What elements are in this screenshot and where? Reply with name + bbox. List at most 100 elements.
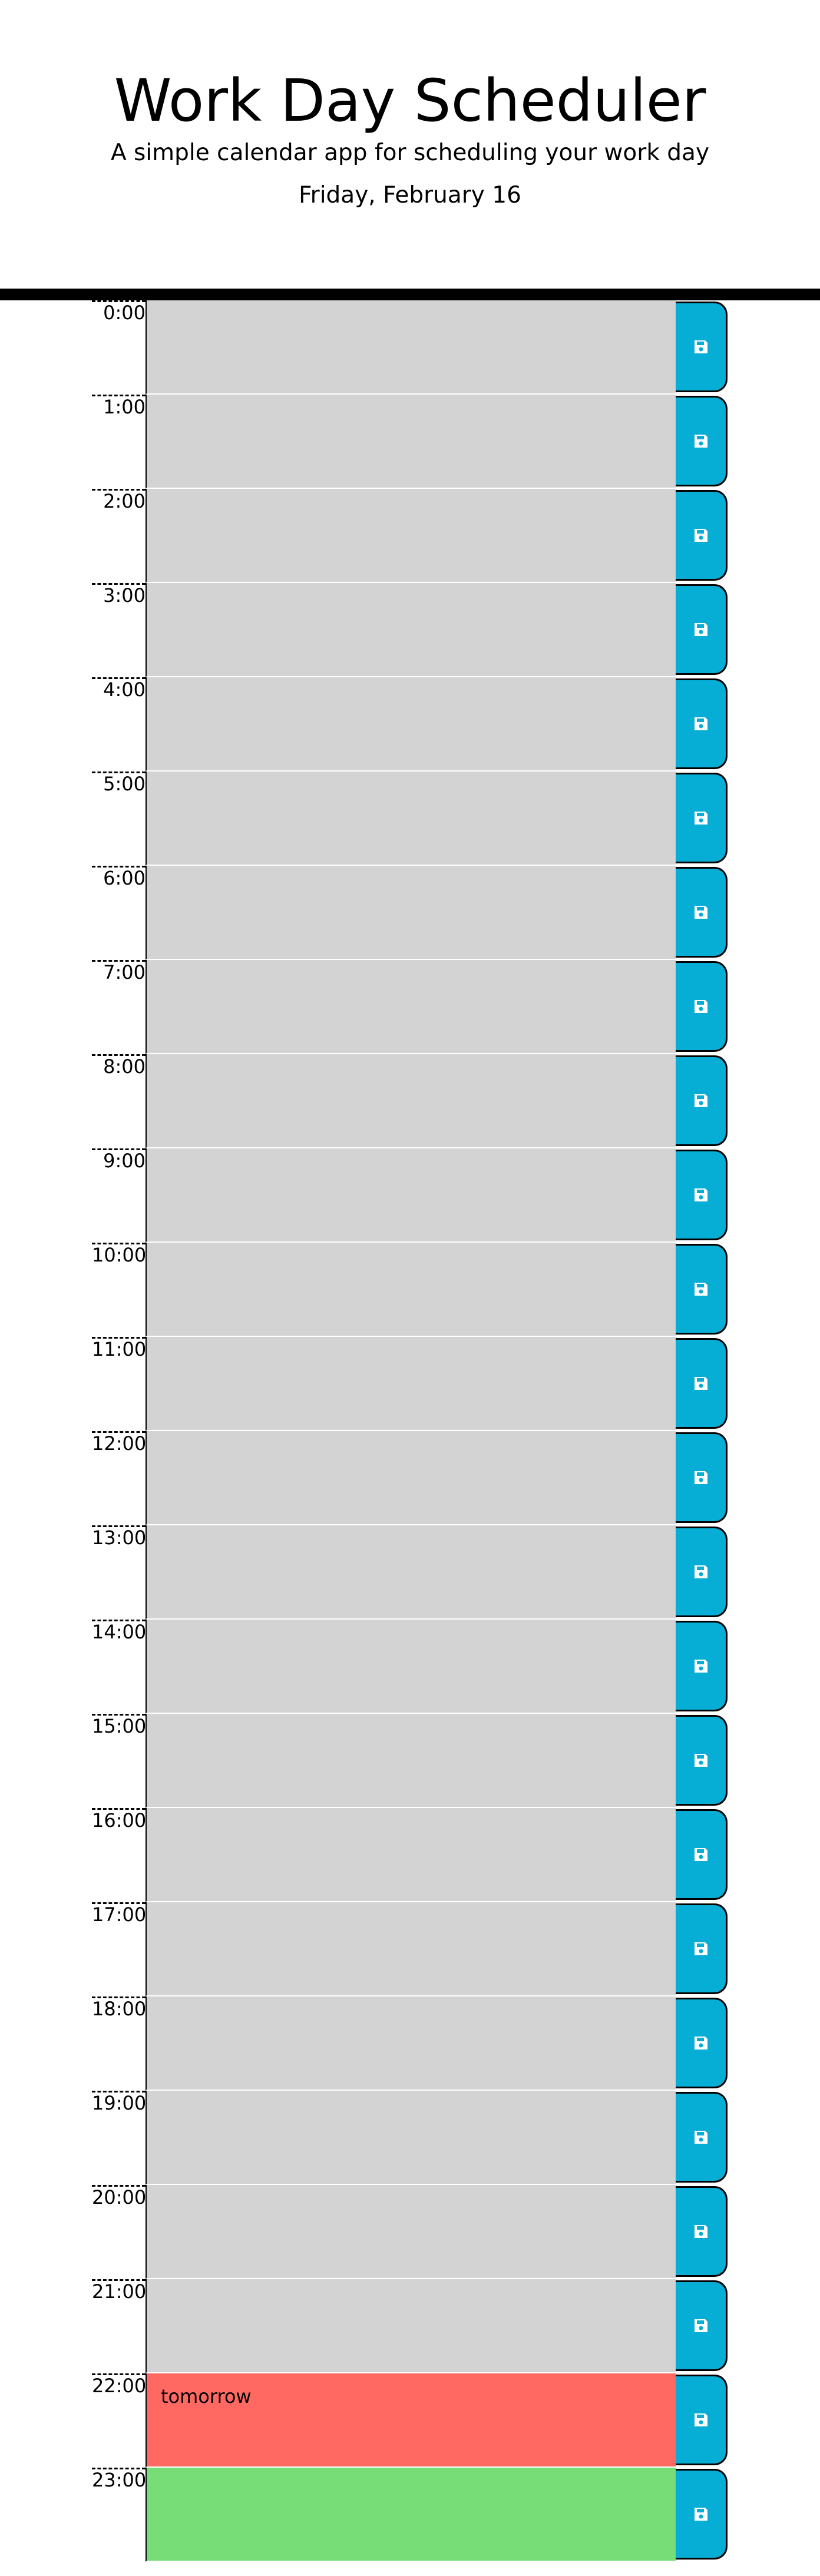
hour-label: 20:00 (92, 2185, 146, 2279)
save-button[interactable] (676, 1338, 728, 1429)
header: Work Day Scheduler A simple calendar app… (0, 0, 820, 300)
hour-label: 1:00 (92, 395, 146, 489)
hour-label: 13:00 (92, 1525, 146, 1620)
save-button[interactable] (676, 1621, 728, 1711)
time-block-row: 0:00 (0, 300, 820, 395)
event-description-input[interactable] (146, 583, 676, 677)
hour-label: 8:00 (92, 1054, 146, 1148)
event-description-input[interactable] (146, 1902, 676, 1996)
save-button[interactable] (676, 678, 728, 769)
save-button[interactable] (676, 584, 728, 675)
event-description-input[interactable] (146, 1808, 676, 1902)
event-description-input[interactable] (146, 866, 676, 960)
schedule-container: 0:00 1:00 2:00 3:00 4:00 5:00 6:00 7:00 8:00 9:00… (0, 300, 820, 2562)
save-button[interactable] (676, 867, 728, 958)
event-description-input[interactable] (146, 1054, 676, 1148)
save-button[interactable] (676, 1244, 728, 1335)
floppy-disk-icon (694, 1565, 707, 1578)
hour-label: 23:00 (92, 2468, 146, 2562)
save-button[interactable] (676, 2092, 728, 2183)
time-block-row: 15:00 (0, 1714, 820, 1808)
floppy-disk-icon (694, 906, 707, 919)
hour-label: 17:00 (92, 1902, 146, 1996)
floppy-disk-icon (694, 2508, 707, 2521)
event-description-input[interactable] (146, 2468, 676, 2562)
floppy-disk-icon (694, 1660, 707, 1673)
time-block-row: 5:00 (0, 772, 820, 866)
event-description-input[interactable] (146, 1431, 676, 1525)
event-description-input[interactable] (146, 2373, 676, 2468)
hour-label: 18:00 (92, 1996, 146, 2091)
save-button[interactable] (676, 2375, 728, 2465)
hour-label: 9:00 (92, 1148, 146, 1243)
floppy-disk-icon (694, 1000, 707, 1013)
floppy-disk-icon (694, 2319, 707, 2332)
floppy-disk-icon (694, 623, 707, 636)
time-block-row: 22:00 (0, 2373, 820, 2468)
save-button[interactable] (676, 1432, 728, 1523)
time-block-row: 3:00 (0, 583, 820, 677)
hour-label: 15:00 (92, 1714, 146, 1808)
save-button[interactable] (676, 773, 728, 863)
event-description-input[interactable] (146, 2091, 676, 2185)
time-block-row: 9:00 (0, 1148, 820, 1243)
hour-label: 19:00 (92, 2091, 146, 2185)
time-block-row: 10:00 (0, 1243, 820, 1337)
save-button[interactable] (676, 2186, 728, 2277)
event-description-input[interactable] (146, 1996, 676, 2091)
event-description-input[interactable] (146, 300, 676, 395)
page-title: Work Day Scheduler (114, 67, 706, 135)
save-button[interactable] (676, 1150, 728, 1240)
time-block-row: 18:00 (0, 1996, 820, 2091)
save-button[interactable] (676, 1055, 728, 1146)
event-description-input[interactable] (146, 772, 676, 866)
hour-label: 5:00 (92, 772, 146, 866)
save-button[interactable] (676, 1903, 728, 1994)
floppy-disk-icon (694, 2037, 707, 2049)
event-description-input[interactable] (146, 2279, 676, 2373)
floppy-disk-icon (694, 1942, 707, 1955)
event-description-input[interactable] (146, 1243, 676, 1337)
current-day: Friday, February 16 (299, 182, 521, 209)
event-description-input[interactable] (146, 489, 676, 583)
event-description-input[interactable] (146, 1714, 676, 1808)
save-button[interactable] (676, 1715, 728, 1806)
save-button[interactable] (676, 1809, 728, 1900)
save-button[interactable] (676, 490, 728, 581)
event-description-input[interactable] (146, 1148, 676, 1243)
page-subtitle: A simple calendar app for scheduling you… (110, 139, 710, 166)
time-block-row: 17:00 (0, 1902, 820, 1996)
save-button[interactable] (676, 2469, 728, 2560)
save-button[interactable] (676, 396, 728, 486)
save-button[interactable] (676, 1998, 728, 2088)
event-description-input[interactable] (146, 1525, 676, 1620)
event-description-input[interactable] (146, 1337, 676, 1431)
time-block-row: 23:00 (0, 2468, 820, 2562)
floppy-disk-icon (694, 1094, 707, 1107)
floppy-disk-icon (694, 529, 707, 542)
save-button[interactable] (676, 961, 728, 1052)
floppy-disk-icon (694, 1848, 707, 1861)
floppy-disk-icon (694, 2131, 707, 2144)
floppy-disk-icon (694, 340, 707, 353)
event-description-input[interactable] (146, 1620, 676, 1714)
save-button[interactable] (676, 1527, 728, 1617)
floppy-disk-icon (694, 717, 707, 730)
event-description-input[interactable] (146, 2185, 676, 2279)
save-button[interactable] (676, 2280, 728, 2371)
event-description-input[interactable] (146, 677, 676, 772)
time-block-row: 2:00 (0, 489, 820, 583)
floppy-disk-icon (694, 2225, 707, 2238)
hour-label: 7:00 (92, 960, 146, 1054)
hour-label: 2:00 (92, 489, 146, 583)
hour-label: 12:00 (92, 1431, 146, 1525)
hour-label: 4:00 (92, 677, 146, 772)
event-description-input[interactable] (146, 395, 676, 489)
time-block-row: 8:00 (0, 1054, 820, 1148)
event-description-input[interactable] (146, 960, 676, 1054)
time-block-row: 21:00 (0, 2279, 820, 2373)
time-block-row: 4:00 (0, 677, 820, 772)
hour-label: 21:00 (92, 2279, 146, 2373)
time-block-row: 6:00 (0, 866, 820, 960)
save-button[interactable] (676, 302, 728, 392)
